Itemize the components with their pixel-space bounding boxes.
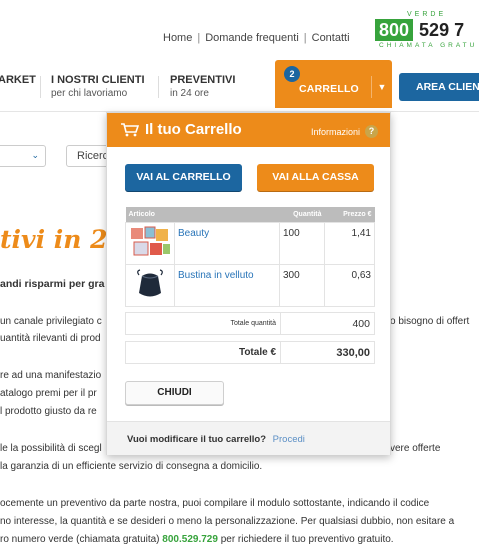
- top-links: Home | Domande frequenti | Contatti: [163, 32, 350, 44]
- info-link[interactable]: Informazioni: [311, 127, 360, 137]
- total-quantity-value: 400: [352, 318, 370, 330]
- chevron-down-icon: ⌄: [31, 150, 39, 160]
- product-thumbnail: [125, 263, 175, 307]
- cart-dropdown-footer: Vuoi modificare il tuo carrello? Procedi: [107, 421, 390, 455]
- column-header-article: Articolo: [125, 207, 280, 222]
- body-text-part: ro numero verde (chiamata gratuita): [0, 534, 163, 545]
- nav-item-sublabel: per chi lavoriamo: [51, 88, 128, 99]
- toll-free-number[interactable]: VERDE 800 529 7 CHIAMATA GRATU: [375, 10, 479, 50]
- nav-item-clients[interactable]: I NOSTRI CLIENTI per chi lavoriamo: [51, 74, 145, 99]
- nav-item-label: PREVENTIVI: [170, 74, 236, 86]
- table-row: Beauty 100 1,41: [125, 221, 375, 265]
- nav-item-label: ARKET: [0, 74, 36, 86]
- product-price: 1,41: [324, 221, 375, 265]
- help-icon[interactable]: ?: [365, 125, 378, 138]
- body-text: no interesse, la quantità e se desideri …: [0, 516, 455, 527]
- body-text: uantità rilevanti di prod: [0, 333, 101, 344]
- body-text: o bisogno di offert: [390, 316, 470, 327]
- cart-dropdown-header: Il tuo Carrello Informazioni ?: [107, 113, 390, 147]
- checkout-button[interactable]: VAI ALLA CASSA: [257, 164, 374, 191]
- cart-dropdown-title: Il tuo Carrello: [145, 121, 242, 138]
- product-price: 0,63: [324, 263, 375, 307]
- close-button[interactable]: CHIUDI: [125, 381, 224, 405]
- velvet-pouch-icon: [137, 268, 163, 296]
- phone-verde-label: VERDE: [407, 11, 447, 18]
- total-amount-value: 330,00: [336, 347, 370, 359]
- body-text: l prodotto giusto da re: [0, 406, 97, 417]
- client-area-button[interactable]: AREA CLIENT: [399, 73, 479, 101]
- body-text: re ad una manifestazio: [0, 370, 102, 381]
- nav-divider: [40, 76, 41, 98]
- nav-item-quotes[interactable]: PREVENTIVI in 24 ore: [170, 74, 235, 99]
- product-name-link[interactable]: Bustina in velluto: [174, 263, 280, 307]
- nav-divider: [158, 76, 159, 98]
- product-qty: 100: [279, 221, 325, 265]
- product-qty: 300: [279, 263, 325, 307]
- column-header-price: Prezzo €: [324, 207, 375, 222]
- nav-item-sublabel: in 24 ore: [170, 88, 209, 99]
- body-text: un canale privilegiato c: [0, 316, 102, 327]
- go-to-cart-button[interactable]: VAI AL CARRELLO: [125, 164, 242, 191]
- total-amount-row: Totale € 330,00: [125, 341, 375, 364]
- body-text: ocemente un preventivo da parte nostra, …: [0, 498, 430, 509]
- category-select[interactable]: ⌄: [0, 145, 46, 167]
- intro-heading: andi risparmi per gra: [0, 278, 105, 290]
- nav-item-market[interactable]: ARKET: [0, 74, 36, 86]
- cart-count-badge: 2: [284, 66, 300, 82]
- cart-tab[interactable]: 2 CARRELLO ▼: [275, 60, 392, 108]
- proceed-link[interactable]: Procedi: [273, 434, 305, 445]
- faq-link[interactable]: Domande frequenti: [205, 32, 299, 44]
- separator: |: [197, 32, 201, 44]
- phone-free-call-label: CHIAMATA GRATU: [379, 42, 478, 49]
- body-text: vere offerte: [390, 443, 441, 454]
- chevron-down-icon[interactable]: ▼: [371, 76, 392, 98]
- cart-tab-label: CARRELLO: [299, 83, 359, 95]
- footer-question: Vuoi modificare il tuo carrello?: [127, 434, 267, 445]
- product-thumbnail: [125, 221, 175, 265]
- separator: |: [303, 32, 307, 44]
- body-text: atalogo premi per il pr: [0, 388, 97, 399]
- beauty-bag-icon: [131, 226, 170, 255]
- body-text: le la possibilità di scegl: [0, 443, 102, 454]
- home-link[interactable]: Home: [163, 32, 192, 44]
- body-text: ro numero verde (chiamata gratuita) 800.…: [0, 534, 394, 545]
- contacts-link[interactable]: Contatti: [312, 32, 350, 44]
- total-quantity-label: Totale quantità: [126, 313, 281, 334]
- body-text: la garanzia di un efficiente servizio di…: [0, 461, 263, 472]
- column-header-qty: Quantità: [279, 207, 325, 222]
- phone-prefix: 800: [375, 19, 414, 41]
- body-text-part: per richiedere il tuo preventivo gratuit…: [217, 534, 394, 545]
- product-name-link[interactable]: Beauty: [174, 221, 280, 265]
- phone-number: 529 7: [419, 20, 465, 40]
- cart-dropdown: Il tuo Carrello Informazioni ? VAI AL CA…: [106, 112, 391, 455]
- total-quantity-row: Totale quantità 400: [125, 312, 375, 335]
- total-amount-label: Totale €: [126, 342, 281, 363]
- table-row: Bustina in velluto 300 0,63: [125, 263, 375, 307]
- cart-items-table: Articolo Quantità Prezzo € Beauty 100 1,…: [125, 207, 375, 307]
- shopping-cart-icon: [121, 123, 139, 137]
- nav-item-label: I NOSTRI CLIENTI: [51, 74, 145, 86]
- phone-number-link[interactable]: 800.529.729: [162, 534, 218, 545]
